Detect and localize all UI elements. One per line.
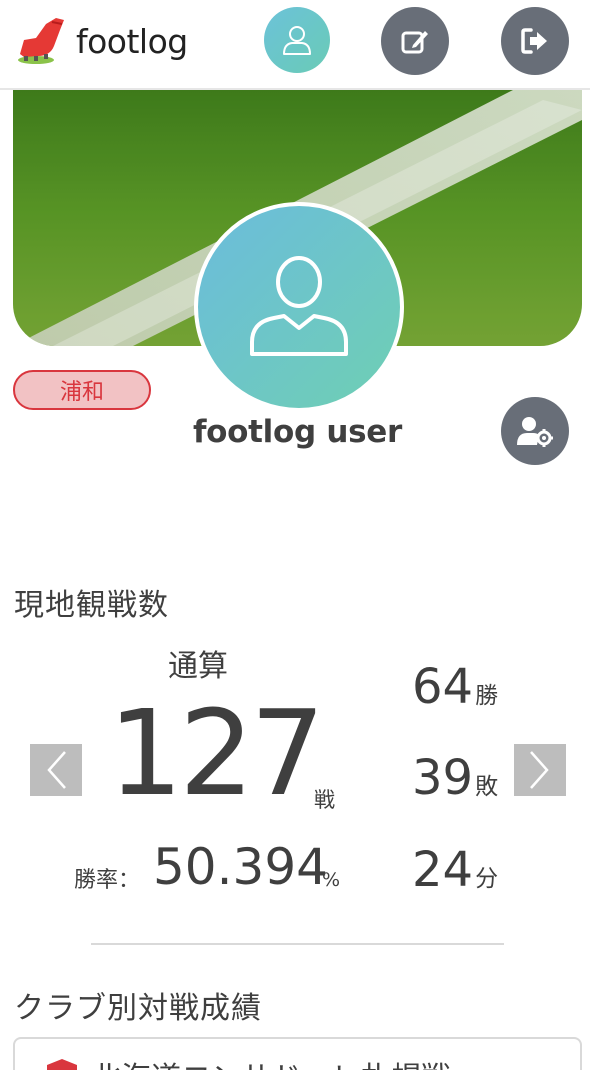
chevron-right-icon <box>530 751 549 789</box>
chevron-left-icon <box>47 751 66 789</box>
wins-unit: 勝 <box>475 683 499 709</box>
total-matches-unit: 戦 <box>314 788 335 812</box>
user-settings-icon <box>517 417 553 447</box>
sign-out-icon <box>521 28 547 54</box>
app-logo[interactable]: footlog <box>16 16 188 66</box>
draws-count: 24 <box>412 842 474 898</box>
app-name: footlog <box>76 21 188 61</box>
period-label: 通算 <box>168 649 228 684</box>
app-header: footlog <box>0 0 590 90</box>
edit-button[interactable] <box>381 7 449 75</box>
profile-button[interactable] <box>264 7 330 73</box>
losses-record: 39 敗 <box>412 754 498 802</box>
losses-unit: 敗 <box>475 774 499 800</box>
win-rate-value: 50.394 <box>153 838 328 896</box>
win-rate-label: 勝率： <box>74 868 141 893</box>
wins-record: 64 勝 <box>412 663 498 711</box>
edit-icon <box>401 31 428 54</box>
club-records-title: クラブ別対戦成績 <box>14 991 262 1026</box>
username: footlog user <box>192 414 403 450</box>
logout-button[interactable] <box>501 7 569 75</box>
section-divider <box>91 943 504 945</box>
user-settings-button[interactable] <box>501 397 569 465</box>
draws-record: 24 分 <box>412 846 498 894</box>
total-matches-count: 127 <box>108 684 325 822</box>
prev-period-button[interactable] <box>30 744 82 796</box>
soccer-boot-icon <box>18 18 64 64</box>
wins-count: 64 <box>412 659 474 715</box>
attendance-section-title: 現地観戦数 <box>14 588 169 623</box>
club-record-item[interactable]: 北海道コンサドーレ札幌戦 <box>13 1037 582 1070</box>
user-icon <box>283 26 311 55</box>
losses-count: 39 <box>412 750 474 806</box>
next-period-button[interactable] <box>514 744 566 796</box>
favorite-club-badge: 浦和 <box>13 370 151 410</box>
draws-unit: 分 <box>475 866 499 892</box>
club-record-name: 北海道コンサドーレ札幌戦 <box>91 1053 451 1070</box>
user-icon <box>250 256 348 356</box>
club-emblem-icon <box>47 1059 77 1070</box>
win-rate-unit: % <box>322 869 341 891</box>
profile-avatar <box>194 202 404 412</box>
